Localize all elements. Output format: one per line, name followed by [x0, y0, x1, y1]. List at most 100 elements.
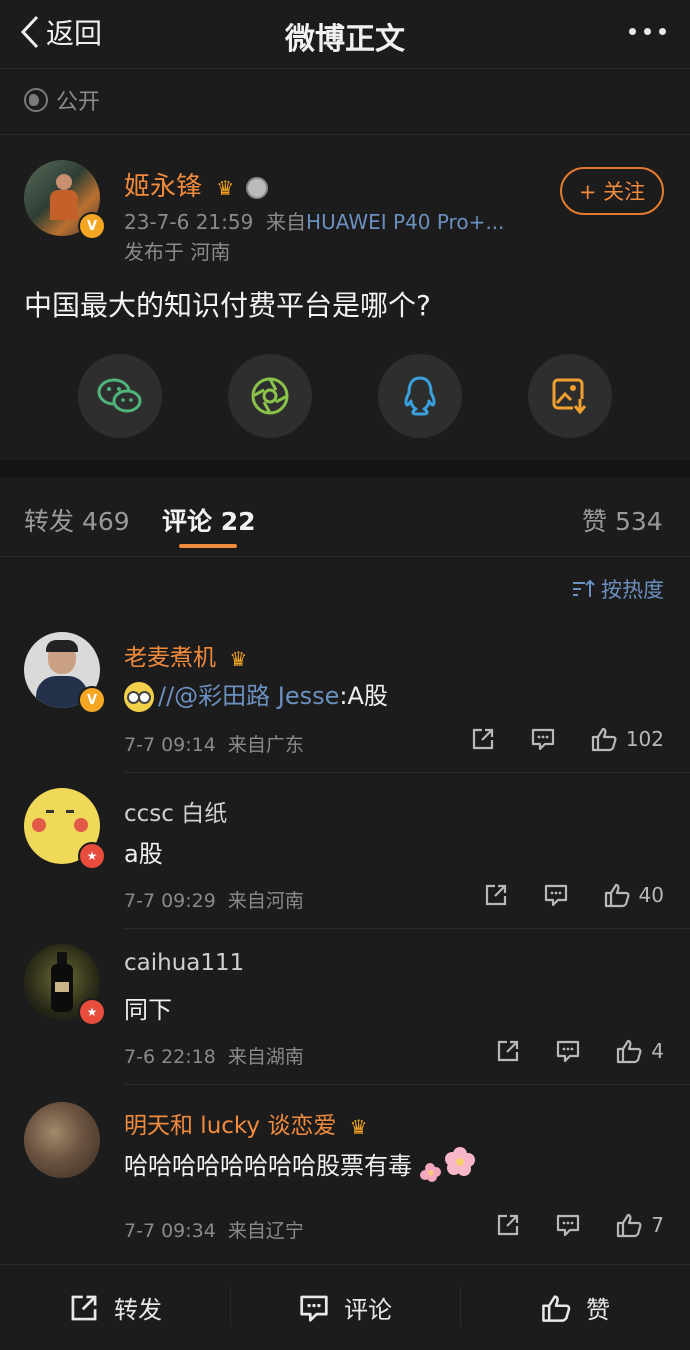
tab-like[interactable]: 赞 534 [582, 502, 663, 538]
comment-author[interactable]: 老麦煮机 ♛ [124, 638, 247, 672]
tab-like-count: 534 [614, 507, 663, 536]
repost-comment-button[interactable] [495, 1038, 521, 1064]
member-badge-icon: ★ [78, 842, 106, 870]
comment-actions: 4 [495, 1038, 664, 1064]
comment-time: 7-7 09:34 [124, 1220, 216, 1242]
reply-comment-button[interactable] [555, 1212, 581, 1238]
like-comment-button[interactable]: 102 [590, 726, 664, 752]
comment-author-name: 老麦煮机 [124, 645, 216, 671]
like-count: 40 [638, 883, 664, 907]
sort-by-hot-button[interactable]: 按热度 [571, 574, 664, 604]
post-text: 中国最大的知识付费平台是哪个? [24, 289, 431, 322]
wechat-icon [97, 378, 142, 413]
comment-source: 来自河南 [227, 890, 304, 912]
tab-repost-label: 转发 [24, 507, 75, 536]
save-image-button[interactable] [528, 354, 612, 438]
save-image-icon [552, 378, 587, 415]
repost-comment-button[interactable] [470, 726, 496, 752]
member-badge-icon: ★ [78, 998, 106, 1026]
comment-actions: 102 [470, 726, 664, 752]
comment-avatar[interactable] [24, 1102, 100, 1178]
more-options-icon[interactable] [629, 28, 666, 35]
verified-badge-icon: V [78, 686, 106, 714]
crown-icon: ♛ [349, 1114, 368, 1139]
tab-repost[interactable]: 转发 469 [24, 502, 130, 538]
moments-share-button[interactable] [228, 354, 312, 438]
like-count: 4 [651, 1039, 664, 1063]
thumbs-up-icon [617, 1213, 642, 1238]
like-comment-button[interactable]: 7 [615, 1212, 664, 1238]
follow-button[interactable]: + 关注 [560, 167, 664, 215]
comment-time: 7-7 09:14 [124, 734, 216, 756]
comment-body: :A股 [339, 682, 388, 710]
comment-meta: 7-7 09:14 来自广东 [124, 730, 304, 757]
like-count: 7 [651, 1213, 664, 1237]
reply-comment-button[interactable] [543, 882, 569, 908]
comment-meta: 7-7 09:34 来自辽宁 [124, 1216, 304, 1243]
bottom-action-bar: 转发 评论 赞 [0, 1264, 690, 1350]
nav-bar: 返回 微博正文 [0, 0, 690, 69]
qq-share-button[interactable] [378, 354, 462, 438]
post-device[interactable]: HUAWEI P40 Pro+... [306, 210, 504, 234]
flower-sticker-icon [420, 1147, 475, 1182]
repost-button[interactable]: 转发 [0, 1265, 230, 1350]
share-icon [472, 728, 493, 750]
visibility-indicator: 公开 [24, 84, 100, 116]
comment-author-name: ccsc 白纸 [124, 801, 228, 827]
comment-body: 哈哈哈哈哈哈哈哈股票有毒 [124, 1152, 412, 1180]
reply-comment-button[interactable] [530, 726, 556, 752]
mention-link[interactable]: //@彩田路 Jesse [158, 682, 339, 710]
comment-text: a股 [124, 840, 163, 868]
wechat-share-button[interactable] [78, 354, 162, 438]
sort-label: 按热度 [601, 578, 664, 602]
comment-button[interactable]: 评论 [230, 1265, 460, 1350]
tab-comment[interactable]: 评论 22 [162, 502, 256, 538]
tab-like-label: 赞 [582, 507, 608, 536]
page-title: 微博正文 [285, 22, 405, 57]
tab-comment-count: 22 [220, 507, 256, 536]
comment-icon [557, 1214, 580, 1237]
poster-name-text: 姬永锋 [124, 172, 203, 202]
like-count: 102 [625, 727, 664, 751]
comment-source: 来自辽宁 [227, 1220, 304, 1242]
comment-source: 来自湖南 [227, 1046, 304, 1068]
reply-comment-button[interactable] [555, 1038, 581, 1064]
like-button-label: 赞 [586, 1296, 610, 1324]
post-meta: 23-7-6 21:59 来自HUAWEI P40 Pro+... [124, 206, 504, 235]
sort-icon [573, 579, 595, 597]
post-time: 23-7-6 21:59 [124, 210, 254, 234]
thumbs-up-icon [542, 1294, 571, 1322]
tab-repost-count: 469 [81, 507, 130, 536]
comment-time: 7-7 09:29 [124, 890, 216, 912]
comment-source: 来自广东 [227, 734, 304, 756]
comment-author[interactable]: ccsc 白纸 [124, 794, 227, 828]
share-icon [71, 1295, 97, 1320]
share-icon [498, 1040, 519, 1062]
follow-label: + 关注 [578, 180, 646, 204]
repost-comment-button[interactable] [483, 882, 509, 908]
crown-icon: ♛ [216, 175, 235, 200]
comment-icon [300, 1295, 328, 1322]
poster-name[interactable]: 姬永锋 ♛ [124, 166, 269, 203]
globe-icon [24, 88, 48, 112]
comment-text: 同下 [124, 996, 172, 1024]
like-comment-button[interactable]: 40 [603, 882, 664, 908]
source-prefix: 来自 [266, 210, 307, 234]
moments-icon [251, 377, 289, 415]
interaction-tabs: 转发 469 评论 22 赞 534 [0, 478, 690, 557]
comment-actions: 40 [483, 882, 664, 908]
qq-icon [404, 376, 436, 416]
comment-divider [124, 1084, 690, 1085]
comment-icon [557, 1040, 580, 1063]
like-button[interactable]: 赞 [460, 1265, 690, 1350]
comment-divider [124, 928, 690, 929]
comment-author[interactable]: 明天和 lucky 谈恋爱 ♛ [124, 1106, 368, 1140]
repost-comment-button[interactable] [495, 1212, 521, 1238]
post-location: 发布于 河南 [124, 240, 231, 264]
divider [0, 134, 690, 135]
comment-time: 7-6 22:18 [124, 1046, 216, 1068]
visibility-label: 公开 [56, 90, 101, 115]
comment-author[interactable]: caihua111 [124, 950, 244, 976]
thumbs-up-icon [617, 1039, 642, 1064]
like-comment-button[interactable]: 4 [615, 1038, 664, 1064]
